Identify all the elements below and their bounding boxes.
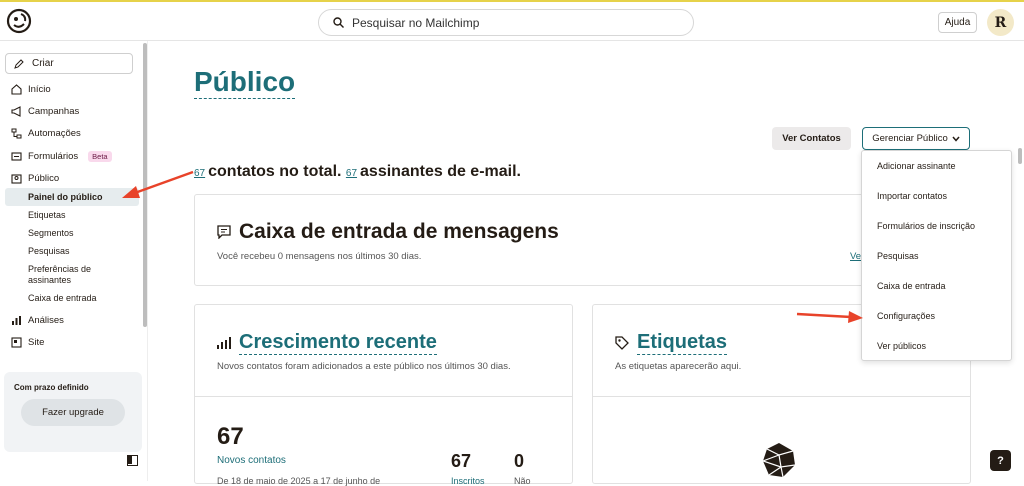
tags-card-heading: Etiquetas [615, 330, 728, 355]
menu-item-ver-publicos[interactable]: Ver públicos [877, 341, 926, 351]
message-icon [217, 225, 231, 239]
pencil-icon [14, 58, 24, 69]
menu-item-importar-contatos[interactable]: Importar contatos [877, 191, 947, 201]
manage-audience-menu: Adicionar assinante Importar contatos Fo… [861, 150, 1012, 361]
site-icon [10, 336, 22, 348]
inbox-card-heading: Caixa de entrada de mensagens [217, 220, 559, 244]
menu-item-caixa-entrada[interactable]: Caixa de entrada [877, 281, 946, 291]
divider [195, 396, 572, 397]
view-contacts-button[interactable]: Ver Contatos [772, 127, 851, 150]
trial-title: Com prazo definido [14, 383, 89, 392]
inbox-card: Caixa de entrada de mensagens Você receb… [194, 194, 874, 286]
subscribed-label[interactable]: Inscritos [451, 476, 485, 486]
menu-item-formularios-inscricao[interactable]: Formulários de inscrição [877, 221, 975, 231]
growth-card: Crescimento recente Novos contatos foram… [194, 304, 573, 486]
gem-illustration-icon [761, 443, 796, 478]
main-scrollbar[interactable] [1018, 148, 1022, 164]
tags-card-title[interactable]: Etiquetas [637, 330, 728, 355]
sidebar-item-campanhas[interactable]: Campanhas [10, 104, 79, 118]
date-range-text: De 18 de maio de 2025 a 17 de junho de [217, 476, 381, 486]
sidebar-subitem-segmentos[interactable]: Segmentos [28, 228, 74, 239]
page-title: Público [194, 66, 296, 99]
subscribers-text: assinantes de e-mail. [360, 163, 521, 180]
trial-panel: Com prazo definido Fazer upgrade [4, 372, 142, 452]
contacts-text: contatos no total. [208, 163, 342, 180]
sidebar-subitem-pesquisas[interactable]: Pesquisas [28, 246, 70, 257]
sidebar-item-label: Início [28, 83, 51, 95]
top-bar: Pesquisar no Mailchimp Ajuda R [0, 0, 1024, 41]
sidebar-item-label: Formulários [28, 150, 79, 162]
search-icon [333, 17, 344, 28]
collapse-sidebar-icon[interactable] [127, 455, 138, 466]
home-icon [10, 83, 22, 95]
unsubscribed-value: 0 [514, 451, 525, 471]
growth-card-title[interactable]: Crescimento recente [239, 330, 437, 355]
sidebar-item-formularios[interactable]: Formulários Beta [10, 149, 112, 163]
sidebar-item-label: Site [28, 336, 45, 348]
manage-audience-button[interactable]: Gerenciar Público [862, 127, 970, 150]
form-icon [10, 150, 22, 162]
automation-icon [10, 127, 22, 139]
help-float-button[interactable]: ? [990, 450, 1011, 471]
growth-card-heading: Crescimento recente [217, 330, 437, 355]
avatar[interactable]: R [987, 9, 1014, 36]
create-label: Criar [32, 58, 54, 69]
menu-item-adicionar-assinante[interactable]: Adicionar assinante [877, 161, 956, 171]
inbox-card-subtitle: Você recebeu 0 mensagens nos últimos 30 … [217, 251, 422, 262]
contacts-count-link[interactable]: 67 [194, 168, 205, 179]
subscribed-value: 67 [451, 451, 472, 471]
audience-icon [10, 172, 22, 184]
audience-totals: 67 contatos no total. 67 assinantes de e-m… [194, 163, 521, 181]
tags-card-subtitle: As etiquetas aparecerão aqui. [615, 361, 742, 372]
sidebar-item-analises[interactable]: Análises [10, 313, 64, 327]
bar-chart-icon [217, 336, 231, 349]
annotation-arrow-left [122, 170, 194, 198]
tag-icon [615, 335, 629, 350]
sidebar-item-label: Público [28, 172, 60, 184]
search-placeholder: Pesquisar no Mailchimp [352, 15, 480, 30]
growth-card-subtitle: Novos contatos foram adicionados a este … [217, 361, 511, 372]
sidebar-subitem-preferencias[interactable]: Preferências de assinantes [28, 264, 123, 286]
subscribers-count-link[interactable]: 67 [346, 168, 357, 179]
sidebar-item-automacoes[interactable]: Automações [10, 126, 81, 140]
menu-item-configuracoes[interactable]: Configurações [877, 311, 935, 321]
annotation-arrow-right [796, 311, 863, 323]
search-input[interactable]: Pesquisar no Mailchimp [318, 9, 694, 36]
new-contacts-link[interactable]: Novos contatos [217, 455, 286, 466]
create-button[interactable]: Criar [5, 53, 133, 74]
sidebar-item-label: Campanhas [28, 105, 80, 117]
sidebar-item-publico[interactable]: Público [10, 171, 59, 185]
sidebar-item-inicio[interactable]: Início [10, 82, 51, 96]
upgrade-button[interactable]: Fazer upgrade [21, 399, 125, 426]
inbox-card-link[interactable]: Ve [850, 251, 861, 262]
beta-badge: Beta [88, 150, 112, 162]
new-contacts-value: 67 [217, 423, 244, 450]
unsubscribed-label: Não [514, 476, 531, 486]
chevron-down-icon [952, 136, 960, 142]
inbox-card-title: Caixa de entrada de mensagens [239, 220, 559, 243]
sidebar: Criar Início Campanhas Automações Formul… [0, 41, 148, 481]
menu-item-pesquisas[interactable]: Pesquisas [877, 251, 919, 261]
sidebar-subitem-etiquetas[interactable]: Etiquetas [28, 210, 66, 221]
sidebar-item-label: Análises [28, 314, 64, 326]
chart-icon [10, 314, 22, 326]
manage-audience-label: Gerenciar Público [872, 133, 948, 144]
sidebar-item-site[interactable]: Site [10, 335, 44, 349]
divider [593, 396, 970, 397]
mailchimp-logo-icon[interactable] [6, 8, 32, 34]
sidebar-subitem-caixa-entrada[interactable]: Caixa de entrada [28, 293, 97, 304]
sidebar-subitem-painel[interactable]: Painel do público [28, 192, 103, 203]
sidebar-item-label: Automações [28, 127, 81, 139]
megaphone-icon [10, 105, 22, 117]
help-button[interactable]: Ajuda [938, 12, 977, 33]
